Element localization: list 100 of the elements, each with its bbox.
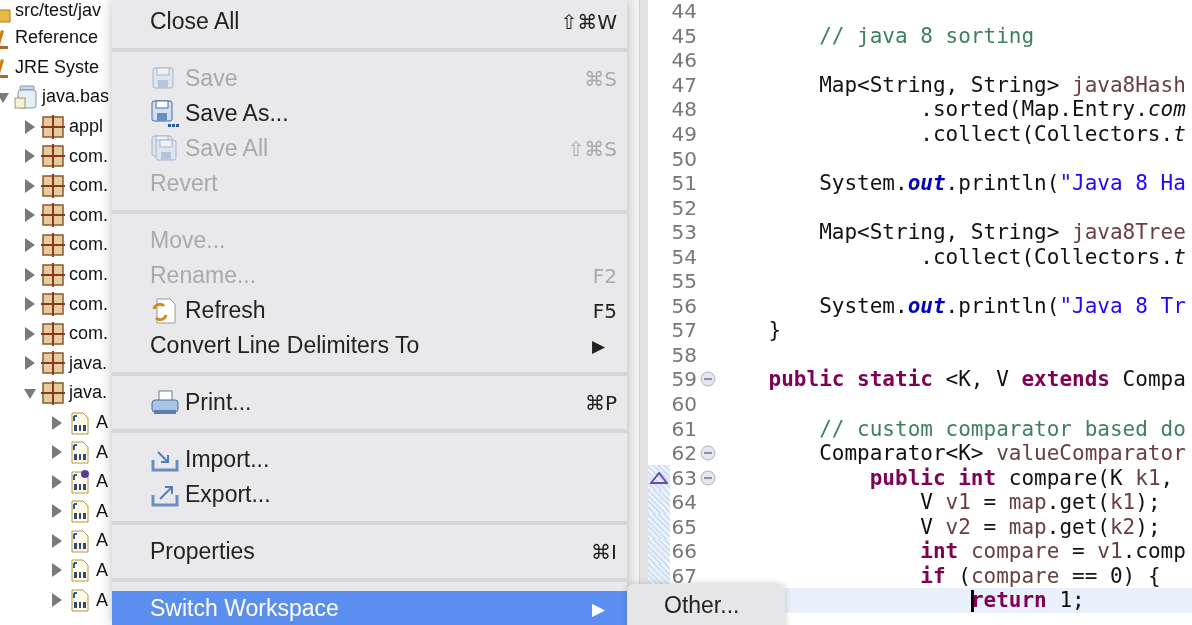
tree-item-label[interactable]: com. — [69, 175, 108, 197]
collapse-fold-icon[interactable] — [699, 371, 716, 388]
code-line: } — [767, 318, 782, 343]
menu-item[interactable]: Close All ⇧⌘W — [112, 4, 627, 39]
text-cursor — [970, 590, 974, 613]
line-number: 52 — [670, 195, 697, 220]
expand-arrow-icon[interactable] — [51, 593, 63, 608]
code-line: .sorted(Map.Entry.com — [919, 97, 1186, 122]
line-number: 50 — [670, 146, 697, 171]
package-icon — [40, 320, 66, 347]
tree-item-label[interactable]: appl — [69, 116, 104, 138]
line-number: 62 — [670, 441, 697, 466]
line-number: 63 — [670, 465, 697, 490]
tree-item-label[interactable]: src/test/jav — [15, 0, 102, 21]
package-icon — [40, 379, 66, 406]
code-line: Map<String, String> java8Tree — [818, 220, 1186, 245]
expand-arrow-icon[interactable] — [24, 119, 36, 134]
line-number: 45 — [670, 23, 697, 48]
expand-arrow-icon[interactable] — [24, 356, 36, 371]
tree-item-label[interactable]: A — [96, 471, 108, 493]
line-number: 48 — [670, 97, 697, 122]
tree-item-label[interactable]: com. — [69, 323, 108, 345]
printer-icon — [150, 388, 180, 417]
line-number: 54 — [670, 244, 697, 269]
line-number: 64 — [670, 490, 697, 515]
menu-item[interactable]: Import... — [112, 442, 627, 477]
package-icon — [40, 113, 66, 140]
tree-item-label[interactable]: com. — [69, 204, 108, 226]
line-number: 61 — [670, 416, 697, 441]
tree-item-label[interactable]: com. — [69, 264, 108, 286]
tree-item-label[interactable]: java. — [69, 382, 108, 404]
tree-item-label[interactable]: com. — [69, 293, 108, 315]
save-all-icon — [150, 134, 180, 163]
line-number: 66 — [670, 539, 697, 564]
code-line: // custom comparator based do — [818, 416, 1186, 441]
line-number: 58 — [670, 342, 697, 367]
code-line: .collect(Collectors.t — [919, 122, 1186, 146]
tree-item-label[interactable]: A — [96, 412, 108, 433]
line-number: 51 — [670, 171, 697, 196]
line-number: 46 — [670, 48, 697, 73]
line-number: 57 — [670, 318, 697, 343]
code-line: V v1 = map.get(k1); — [919, 490, 1161, 515]
line-number: 56 — [670, 293, 697, 318]
tree-item-label[interactable]: A — [96, 530, 108, 552]
line-number: 53 — [670, 220, 697, 245]
code-line: if (compare == 0) { — [919, 563, 1161, 588]
tree-item-label[interactable]: com. — [69, 234, 108, 256]
menu-item[interactable]: Convert Line Delimiters To ▶ — [112, 328, 627, 363]
expand-arrow-icon[interactable] — [24, 297, 36, 312]
expand-arrow-icon[interactable] — [51, 474, 63, 489]
code-line: .collect(Collectors.t — [919, 244, 1186, 269]
tree-item-label[interactable]: JRE Syste — [15, 56, 100, 78]
expand-arrow-icon[interactable] — [51, 504, 63, 519]
package-icon — [40, 261, 66, 288]
expand-arrow-icon[interactable] — [24, 267, 36, 282]
line-number: 49 — [670, 122, 697, 146]
menu-item[interactable]: Other... — [627, 584, 785, 624]
code-line: public int compare(K k1, — [868, 465, 1174, 490]
tree-item-label[interactable]: java. — [69, 352, 108, 374]
collapse-fold-icon[interactable] — [699, 469, 716, 486]
expand-arrow-icon[interactable] — [51, 445, 63, 460]
tree-item-label[interactable]: A — [96, 441, 108, 463]
tree-item-label[interactable]: A — [96, 589, 108, 611]
collapse-fold-icon[interactable] — [699, 445, 716, 462]
line-number: 47 — [670, 72, 697, 97]
jar-icon — [13, 84, 39, 110]
line-number: 44 — [670, 0, 697, 24]
package-icon — [40, 172, 66, 199]
expand-arrow-icon[interactable] — [24, 237, 36, 252]
code-line: // java 8 sorting — [818, 23, 1035, 48]
code-line: System.out.println("Java 8 Tr — [818, 293, 1186, 318]
expand-arrow-icon[interactable] — [24, 326, 36, 341]
menu-item[interactable]: Properties ⌘I — [112, 534, 627, 569]
tree-item-label[interactable]: Reference — [15, 27, 99, 49]
code-line: Comparator<K> valueComparator — [818, 441, 1186, 466]
package-icon — [40, 291, 66, 318]
menu-item[interactable]: Refresh F5 — [112, 293, 627, 328]
package-icon — [40, 143, 66, 170]
line-number: 65 — [670, 514, 697, 539]
collapse-arrow-icon[interactable] — [0, 90, 9, 104]
tree-item-label[interactable]: A — [96, 560, 108, 581]
line-number: 59 — [670, 367, 697, 392]
code-line: int compare = v1.comp — [919, 539, 1186, 564]
package-icon — [40, 350, 66, 377]
tree-item-label[interactable]: A — [96, 500, 108, 522]
expand-arrow-icon[interactable] — [24, 149, 36, 164]
expand-arrow-icon[interactable] — [51, 533, 63, 548]
expand-arrow-icon[interactable] — [24, 178, 36, 193]
line-number: 60 — [670, 392, 697, 416]
code-line: public static <K, V extends Compa — [767, 367, 1186, 392]
expand-arrow-icon[interactable] — [51, 415, 63, 430]
menu-item[interactable]: Save As... — [112, 96, 627, 131]
menu-item[interactable]: Export... — [112, 477, 627, 512]
expand-arrow-icon[interactable] — [24, 208, 36, 223]
menu-item[interactable]: Print... ⌘P — [112, 385, 627, 420]
tree-item-label[interactable]: com. — [69, 145, 108, 167]
code-line: V v2 = map.get(k2); — [919, 514, 1161, 539]
line-number: 55 — [670, 269, 697, 294]
tree-item-label[interactable]: java.bas — [42, 86, 110, 108]
expand-arrow-icon[interactable] — [51, 563, 63, 578]
